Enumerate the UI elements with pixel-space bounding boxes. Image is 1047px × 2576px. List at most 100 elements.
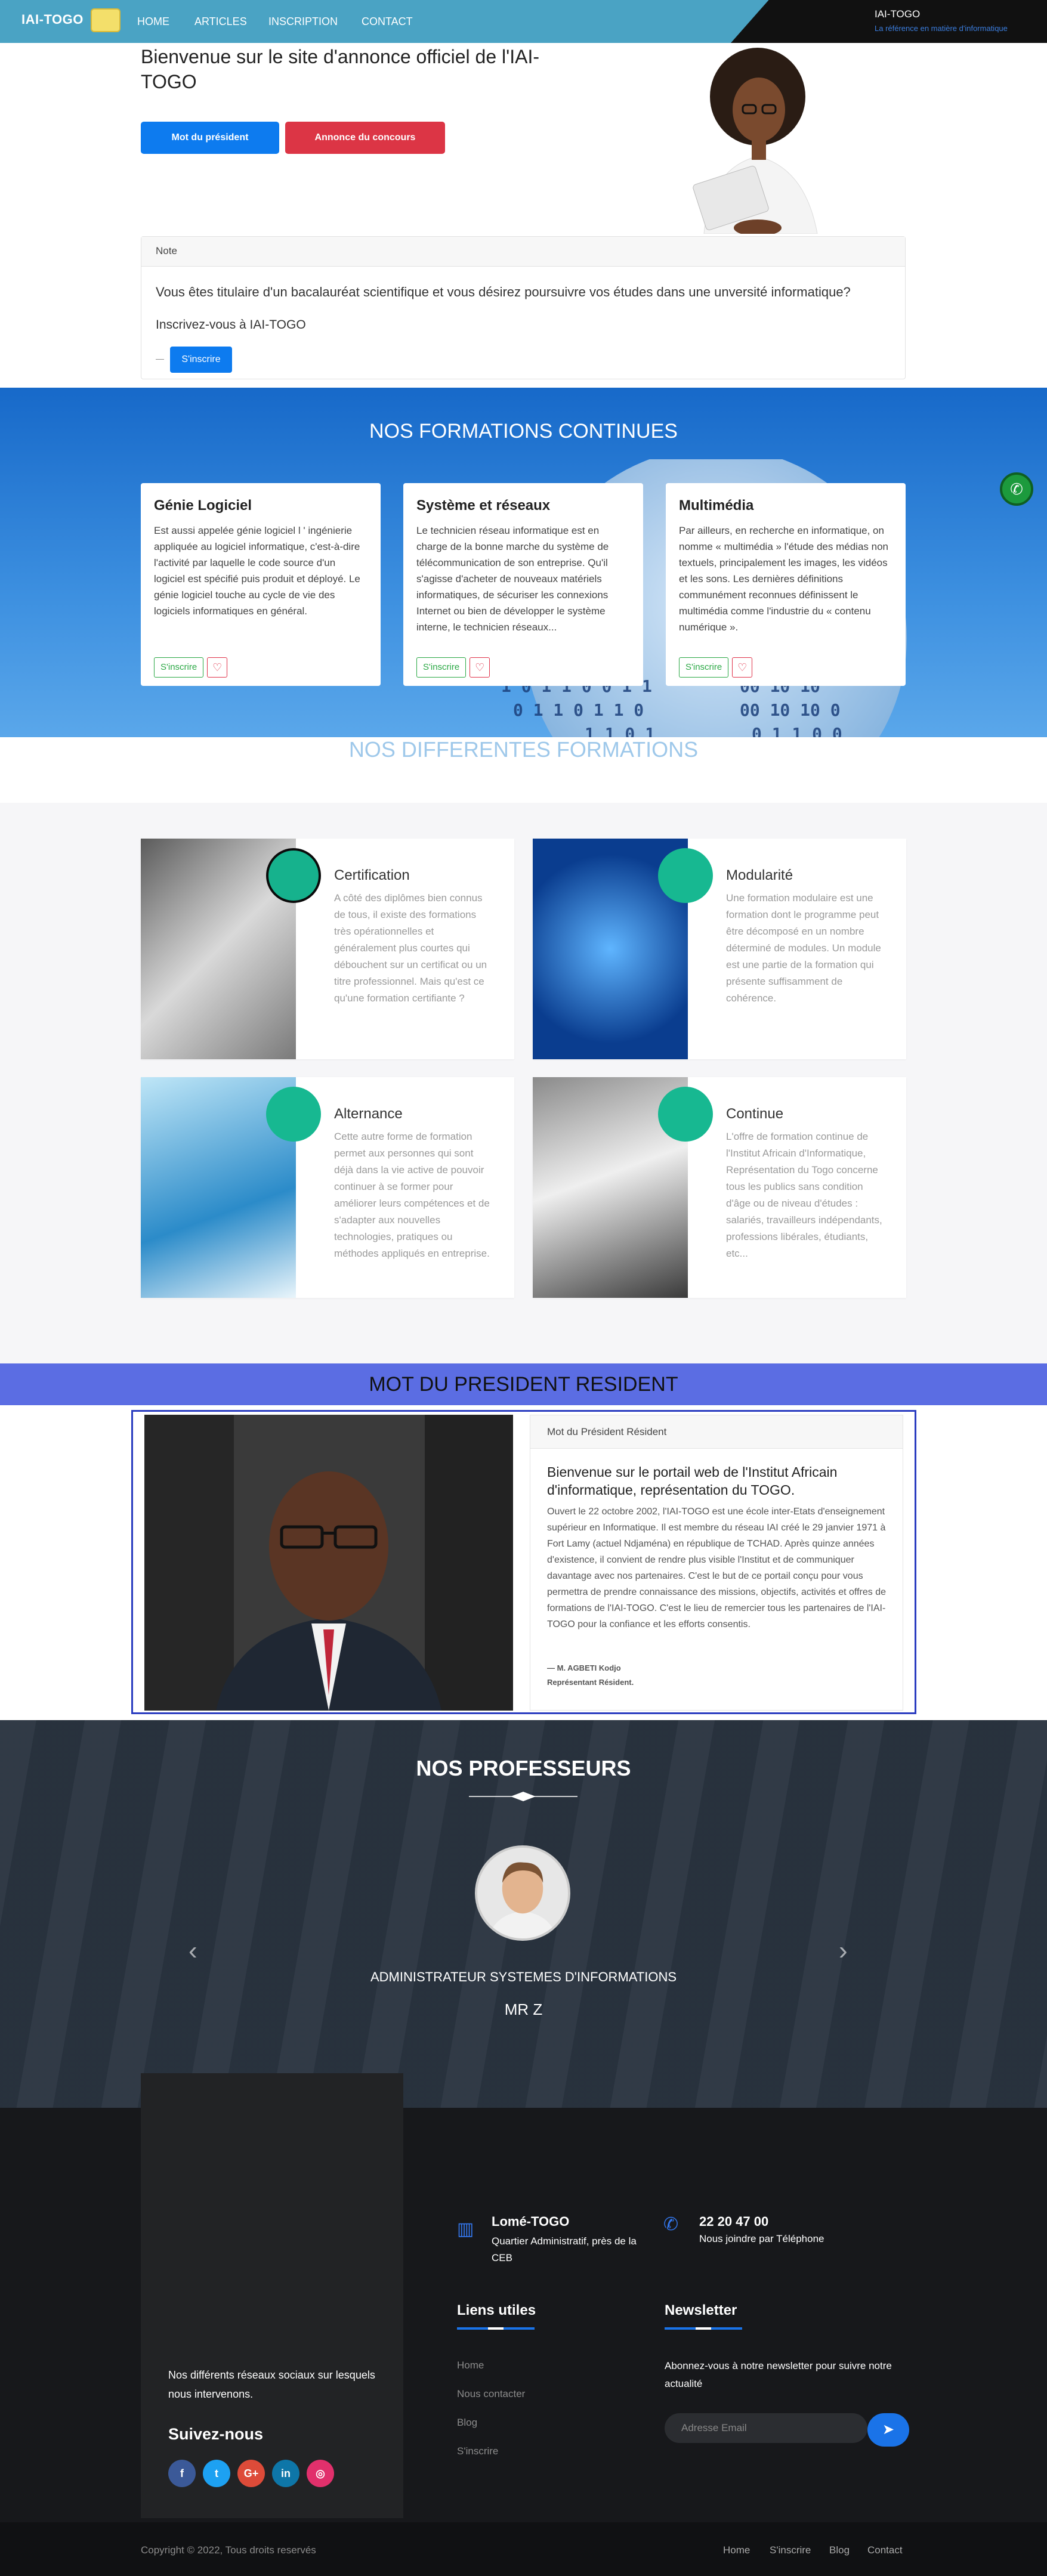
google-plus-icon[interactable]: G+ bbox=[237, 2460, 265, 2487]
address-title: Lomé-TOGO bbox=[492, 2214, 570, 2229]
president-heading: Bienvenue sur le portail web de l'Instit… bbox=[547, 1464, 838, 1498]
formation-type-card-modularite: Modularité Une formation modulaire est u… bbox=[533, 839, 906, 1059]
president-button[interactable]: Mot du président bbox=[141, 122, 279, 154]
inscrire-button[interactable]: S'inscrire bbox=[416, 657, 467, 678]
suivez-title: Suivez-nous bbox=[168, 2425, 264, 2443]
newsletter-underline bbox=[665, 2327, 742, 2330]
card-title: Continue bbox=[726, 1106, 784, 1122]
linkedin-icon[interactable]: in bbox=[272, 2460, 299, 2487]
card-text: A côté des diplômes bien connus de tous,… bbox=[334, 892, 487, 1004]
logo-icon[interactable] bbox=[91, 8, 121, 32]
card-text: Cette autre forme de formation permet au… bbox=[334, 1131, 490, 1259]
copyright: Copyright © 2022, Tous droits reservés bbox=[141, 2544, 316, 2556]
formation-card-multimedia: Multimédia Par ailleurs, en recherche en… bbox=[666, 483, 906, 686]
phone-number[interactable]: 22 20 47 00 bbox=[699, 2214, 768, 2229]
bottom-link-inscrire[interactable]: S'inscrire bbox=[770, 2544, 811, 2556]
heart-icon[interactable]: ♡ bbox=[732, 657, 753, 678]
hero-woman-image bbox=[693, 48, 818, 234]
note-header: Note bbox=[141, 237, 905, 267]
nav-home[interactable]: HOME bbox=[137, 16, 169, 28]
next-arrow-icon[interactable]: › bbox=[839, 1936, 848, 1966]
president-card: Mot du Président Résident Bienvenue sur … bbox=[530, 1415, 903, 1711]
liens-underline bbox=[457, 2327, 535, 2330]
liens-utiles-title: Liens utiles bbox=[457, 2302, 536, 2318]
note-card: Note Vous êtes titulaire d'un bacalauréa… bbox=[141, 236, 906, 379]
bottom-link-contact[interactable]: Contact bbox=[867, 2544, 903, 2556]
nav-articles[interactable]: ARTICLES bbox=[194, 16, 247, 28]
card-title: Certification bbox=[334, 867, 410, 883]
svg-text:1 1 0 1: 1 1 0 1 bbox=[585, 724, 655, 737]
send-icon[interactable]: ➤ bbox=[867, 2413, 909, 2447]
svg-text:00 10 10 0: 00 10 10 0 bbox=[740, 700, 841, 720]
divider-ornament bbox=[469, 1792, 577, 1801]
puzzle-icon bbox=[658, 848, 713, 903]
card-text: Est aussi appelée génie logiciel l ' ing… bbox=[154, 525, 360, 617]
president-signature-name: — M. AGBETI Kodjo bbox=[547, 1663, 621, 1672]
president-photo bbox=[144, 1415, 513, 1711]
nav-inscription[interactable]: INSCRIPTION bbox=[268, 16, 338, 28]
formation-card-systeme-reseaux: Système et réseaux Le technicien réseau … bbox=[403, 483, 643, 686]
card-title: Multimédia bbox=[679, 497, 754, 514]
formation-type-card-continue: Continue L'offre de formation continue d… bbox=[533, 1077, 906, 1298]
twitter-icon[interactable]: t bbox=[203, 2460, 230, 2487]
newsletter-title: Newsletter bbox=[665, 2302, 737, 2318]
professeurs-title: NOS PROFESSEURS bbox=[416, 1756, 631, 1780]
inscrire-button[interactable]: S'inscrire bbox=[679, 657, 729, 678]
professor-name: MR Z bbox=[504, 2000, 543, 2018]
card-title: Modularité bbox=[726, 867, 793, 883]
brand-name[interactable]: IAI-TOGO bbox=[21, 12, 84, 27]
instagram-icon[interactable]: ◎ bbox=[307, 2460, 334, 2487]
card-title: Système et réseaux bbox=[416, 497, 551, 514]
president-signature-role: Représentant Résident. bbox=[547, 1678, 634, 1687]
banner-title: IAI-TOGO bbox=[875, 8, 921, 20]
card-text: Par ailleurs, en recherche en informatiq… bbox=[679, 525, 888, 633]
footer-link-contact[interactable]: Nous contacter bbox=[457, 2388, 525, 2400]
president-text: Ouvert le 22 octobre 2002, l'IAI-TOGO es… bbox=[547, 1507, 886, 1629]
newsletter-text: Abonnez-vous à notre newsletter pour sui… bbox=[665, 2360, 892, 2389]
nav-contact[interactable]: CONTACT bbox=[362, 16, 413, 28]
newsletter-email-input[interactable]: Adresse Email bbox=[665, 2413, 867, 2443]
footer-link-blog[interactable]: Blog bbox=[457, 2417, 477, 2429]
badge-icon bbox=[266, 848, 321, 903]
footer-social-panel: Nos différents réseaux sociaux sur lesqu… bbox=[141, 2073, 403, 2518]
address-text: Quartier Administratif, près de la CEB bbox=[492, 2235, 637, 2263]
card-text: L'offre de formation continue de l'Insti… bbox=[726, 1131, 882, 1259]
phone-text: Nous joindre par Téléphone bbox=[699, 2233, 824, 2244]
card-text: Une formation modulaire est une formatio… bbox=[726, 892, 881, 1004]
social-text: Nos différents réseaux sociaux sur lesqu… bbox=[168, 2369, 375, 2400]
inscrire-button[interactable]: S'inscrire bbox=[170, 347, 232, 373]
banner-subtitle: La référence en matière d'informatique bbox=[875, 24, 1008, 33]
navbar-dark-banner bbox=[731, 0, 1047, 43]
note-subtext: Inscrivez-vous à IAI-TOGO bbox=[156, 318, 306, 332]
differentes-formations-title: NOS DIFFERENTES FORMATIONS bbox=[348, 737, 699, 762]
svg-text:0 1 1 0 0: 0 1 1 0 0 bbox=[752, 724, 842, 737]
footer-link-home[interactable]: Home bbox=[457, 2359, 484, 2371]
heart-icon[interactable]: ♡ bbox=[470, 657, 490, 678]
note-text: Vous êtes titulaire d'un bacalauréat sci… bbox=[156, 284, 851, 299]
professeurs-section: NOS PROFESSEURS ‹ › ADMINISTRATEUR SYSTE… bbox=[0, 1720, 1047, 2108]
note-dash: — bbox=[156, 354, 164, 363]
svg-text:0 1 1 0 1 1 0: 0 1 1 0 1 1 0 bbox=[513, 700, 644, 720]
bottom-link-home[interactable]: Home bbox=[723, 2544, 750, 2556]
professor-role: ADMINISTRATEUR SYSTEMES D'INFORMATIONS bbox=[370, 1969, 677, 1984]
footer-link-inscrire[interactable]: S'inscrire bbox=[457, 2445, 498, 2457]
formations-continues-title: NOS FORMATIONS CONTINUES bbox=[369, 420, 678, 443]
concours-button[interactable]: Annonce du concours bbox=[285, 122, 445, 154]
facebook-icon[interactable]: f bbox=[168, 2460, 196, 2487]
hero-title: Bienvenue sur le site d'annonce officiel… bbox=[141, 46, 540, 92]
prev-arrow-icon[interactable]: ‹ bbox=[189, 1936, 197, 1966]
professor-avatar bbox=[475, 1845, 570, 1941]
card-title: Alternance bbox=[334, 1106, 403, 1122]
phone-icon: ✆ bbox=[663, 2215, 679, 2234]
heart-icon[interactable]: ♡ bbox=[207, 657, 228, 678]
formation-card-genie-logiciel: Génie Logiciel Est aussi appelée génie l… bbox=[141, 483, 381, 686]
differentes-formations-section: Certification A côté des diplômes bien c… bbox=[0, 803, 1047, 1363]
map-icon: ▥ bbox=[457, 2219, 474, 2239]
president-title-bar: MOT DU PRESIDENT RESIDENT bbox=[0, 1363, 1047, 1405]
whatsapp-icon[interactable]: ✆ bbox=[1000, 472, 1033, 506]
card-text: Le technicien réseau informatique est en… bbox=[416, 525, 609, 633]
bottom-link-blog[interactable]: Blog bbox=[829, 2544, 850, 2556]
inscrire-button[interactable]: S'inscrire bbox=[154, 657, 204, 678]
formations-continues-section: 1 0 1 1 0 0 1 1 00 10 10 0 1 1 0 1 1 0 00 … bbox=[0, 388, 1047, 737]
formation-type-card-alternance: Alternance Cette autre forme de formatio… bbox=[141, 1077, 514, 1298]
